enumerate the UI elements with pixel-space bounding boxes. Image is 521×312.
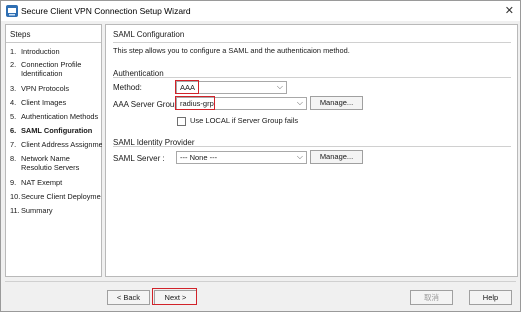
manage-aaa-button[interactable]: Manage...	[310, 96, 363, 110]
back-button[interactable]: < Back	[107, 290, 150, 305]
window-title: Secure Client VPN Connection Setup Wizar…	[21, 6, 191, 16]
method-label: Method:	[113, 83, 142, 92]
page-heading: SAML Configuration	[113, 30, 185, 39]
cancel-button[interactable]: 取消	[410, 290, 453, 305]
content-panel: SAML Configuration This step allows you …	[105, 24, 518, 277]
divider	[113, 146, 511, 147]
help-button[interactable]: Help	[469, 290, 512, 305]
use-local-label: Use LOCAL if Server Group fails	[190, 116, 299, 125]
step-network-name-resolution: 8. Network Name Resolutio Servers	[10, 154, 80, 172]
divider	[113, 77, 511, 78]
step-authentication-methods: 5. Authentication Methods	[10, 112, 99, 121]
page-description: This step allows you to configure a SAML…	[113, 46, 350, 55]
aaa-server-group-label: AAA Server Group:	[113, 100, 182, 109]
chevron-down-icon: ⌵	[296, 98, 303, 107]
title-bar: Secure Client VPN Connection Setup Wizar…	[1, 1, 520, 21]
step-client-images: 4. Client Images	[10, 98, 67, 107]
saml-server-select[interactable]: --- None --- ⌵	[176, 151, 307, 164]
chevron-down-icon: ⌵	[276, 82, 283, 91]
step-introduction: 1. Introduction	[10, 47, 60, 56]
step-vpn-protocols: 3. VPN Protocols	[10, 84, 70, 93]
steps-panel: Steps 1. Introduction 2. Connection Profil…	[5, 24, 102, 277]
step-client-address-assignment: 7. Client Address Assignme	[10, 140, 102, 149]
wizard-window: Secure Client VPN Connection Setup Wizar…	[0, 0, 521, 312]
saml-server-label: SAML Server :	[113, 154, 165, 163]
step-connection-profile: 2. Connection Profile Identification	[10, 60, 82, 78]
use-local-checkbox[interactable]	[177, 117, 186, 126]
step-summary: 11.Summary	[10, 206, 53, 215]
close-icon[interactable]: ✕	[505, 4, 514, 17]
aaa-server-group-highlight	[175, 96, 215, 110]
chevron-down-icon: ⌵	[296, 152, 303, 161]
manage-saml-button[interactable]: Manage...	[310, 150, 363, 164]
steps-title: Steps	[10, 30, 31, 39]
divider	[6, 42, 101, 43]
divider	[5, 281, 516, 282]
step-saml-configuration: 6. SAML Configuration	[10, 126, 93, 135]
method-highlight	[175, 80, 199, 94]
step-nat-exempt: 9. NAT Exempt	[10, 178, 63, 187]
cisco-asdm-icon	[6, 5, 18, 17]
divider	[113, 42, 511, 43]
next-highlight	[152, 288, 197, 305]
step-secure-client-deployment: 10.Secure Client Deployme	[10, 192, 101, 201]
